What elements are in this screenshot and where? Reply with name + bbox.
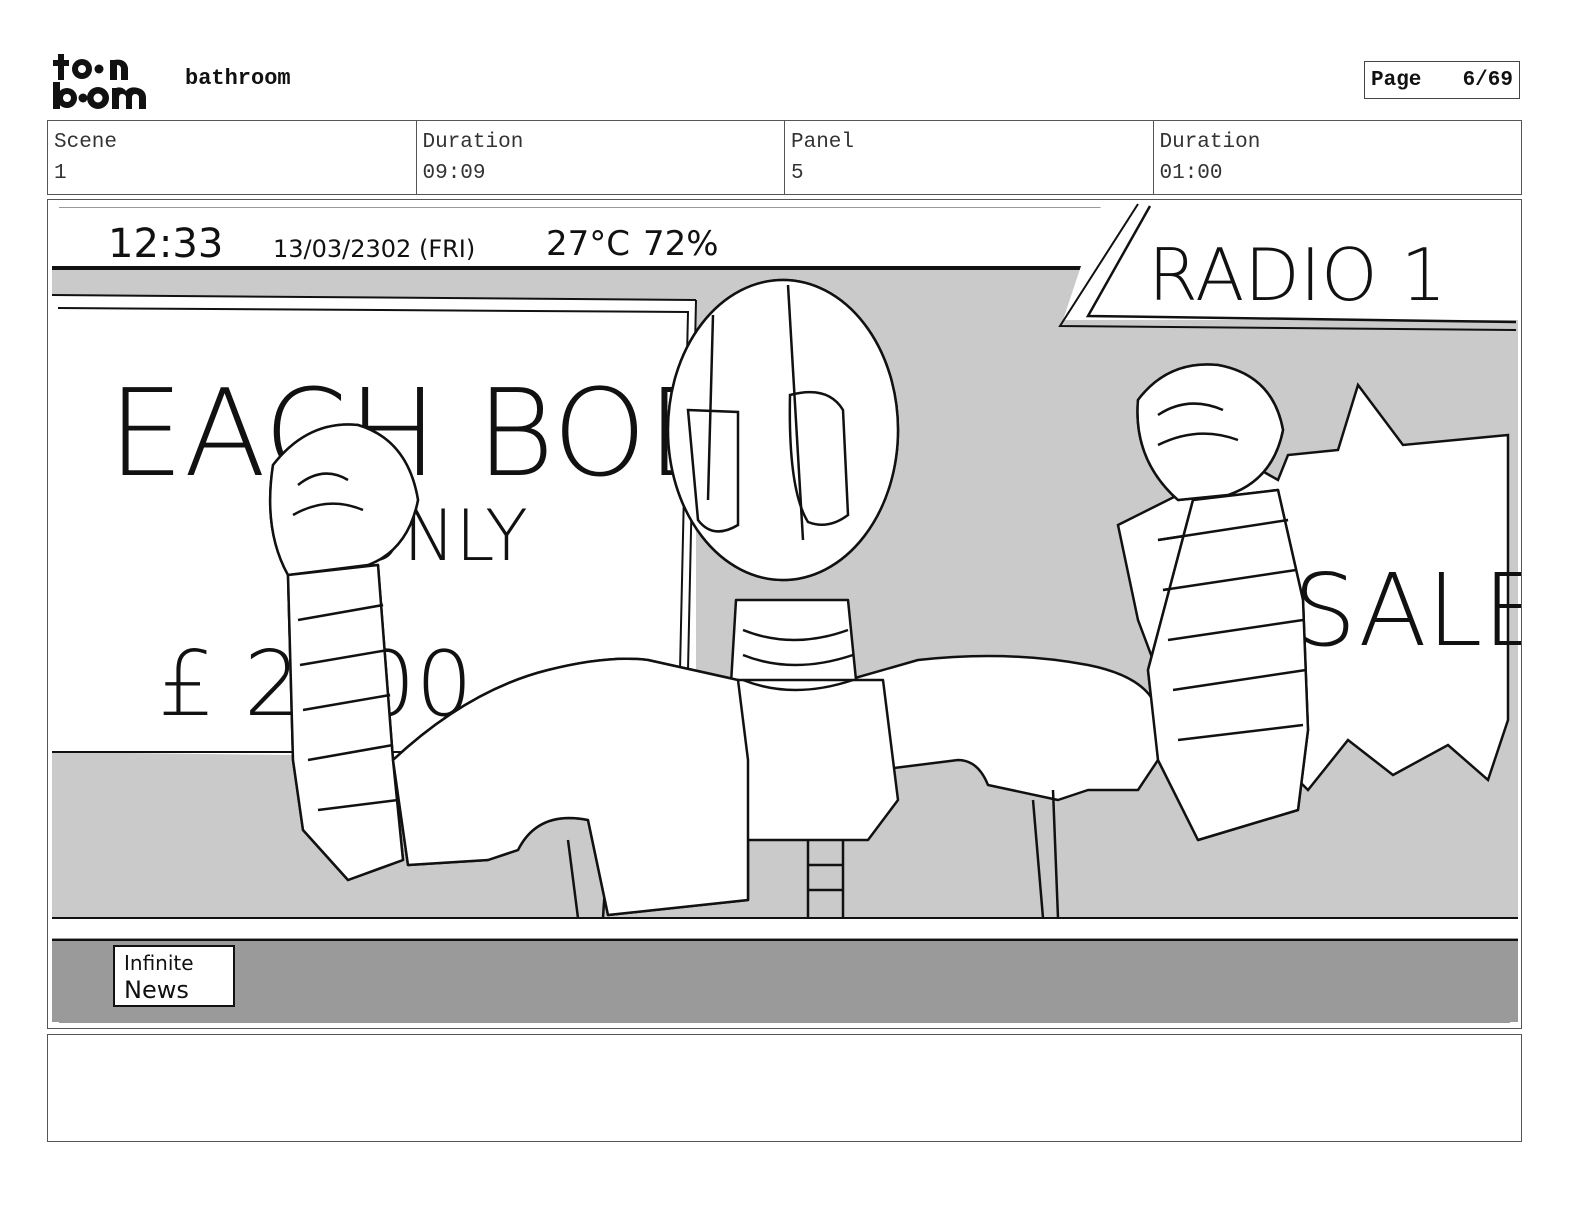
storyboard-panel: 12:33 13/03/2302 (FRI) 27°C 72% RADIO 1 … xyxy=(47,199,1522,1029)
news-logo-line-2: News xyxy=(124,976,189,1004)
panel-value: 5 xyxy=(791,162,804,185)
scene-duration-value: 09:09 xyxy=(422,162,486,185)
news-logo-line-1: Infinite xyxy=(124,951,194,975)
panel-duration-label: Duration xyxy=(1159,131,1261,154)
radio-station: RADIO 1 xyxy=(1148,233,1446,317)
panel-info-table: Scene 1 Duration 09:09 Panel 5 Duration … xyxy=(47,120,1522,195)
page-indicator: Page 6/69 xyxy=(1364,61,1520,99)
panel-duration-cell: Duration 01:00 xyxy=(1154,121,1522,194)
panel-caption-box xyxy=(47,1034,1522,1142)
ticker-humidity: 72% xyxy=(643,224,719,264)
page-label: Page xyxy=(1371,68,1422,92)
ticker-time: 12:33 xyxy=(108,221,223,267)
scene-cell: Scene 1 xyxy=(48,121,417,194)
sale-burst-text: SALE xyxy=(1293,552,1521,669)
scene-value: 1 xyxy=(54,162,67,185)
scene-duration-cell: Duration 09:09 xyxy=(417,121,785,194)
ticker-temperature: 27°C xyxy=(546,224,630,264)
storyboard-title: bathroom xyxy=(185,66,291,91)
scene-duration-label: Duration xyxy=(422,131,524,154)
toon-boom-logo xyxy=(53,54,146,109)
ticker-date: 13/03/2302 (FRI) xyxy=(273,235,475,263)
scene-label: Scene xyxy=(54,131,118,154)
panel-drawing: 12:33 13/03/2302 (FRI) 27°C 72% RADIO 1 … xyxy=(51,200,1521,1023)
page-number: 6/69 xyxy=(1462,68,1513,92)
panel-label: Panel xyxy=(791,131,855,154)
panel-duration-value: 01:00 xyxy=(1159,162,1223,185)
panel-cell: Panel 5 xyxy=(785,121,1154,194)
